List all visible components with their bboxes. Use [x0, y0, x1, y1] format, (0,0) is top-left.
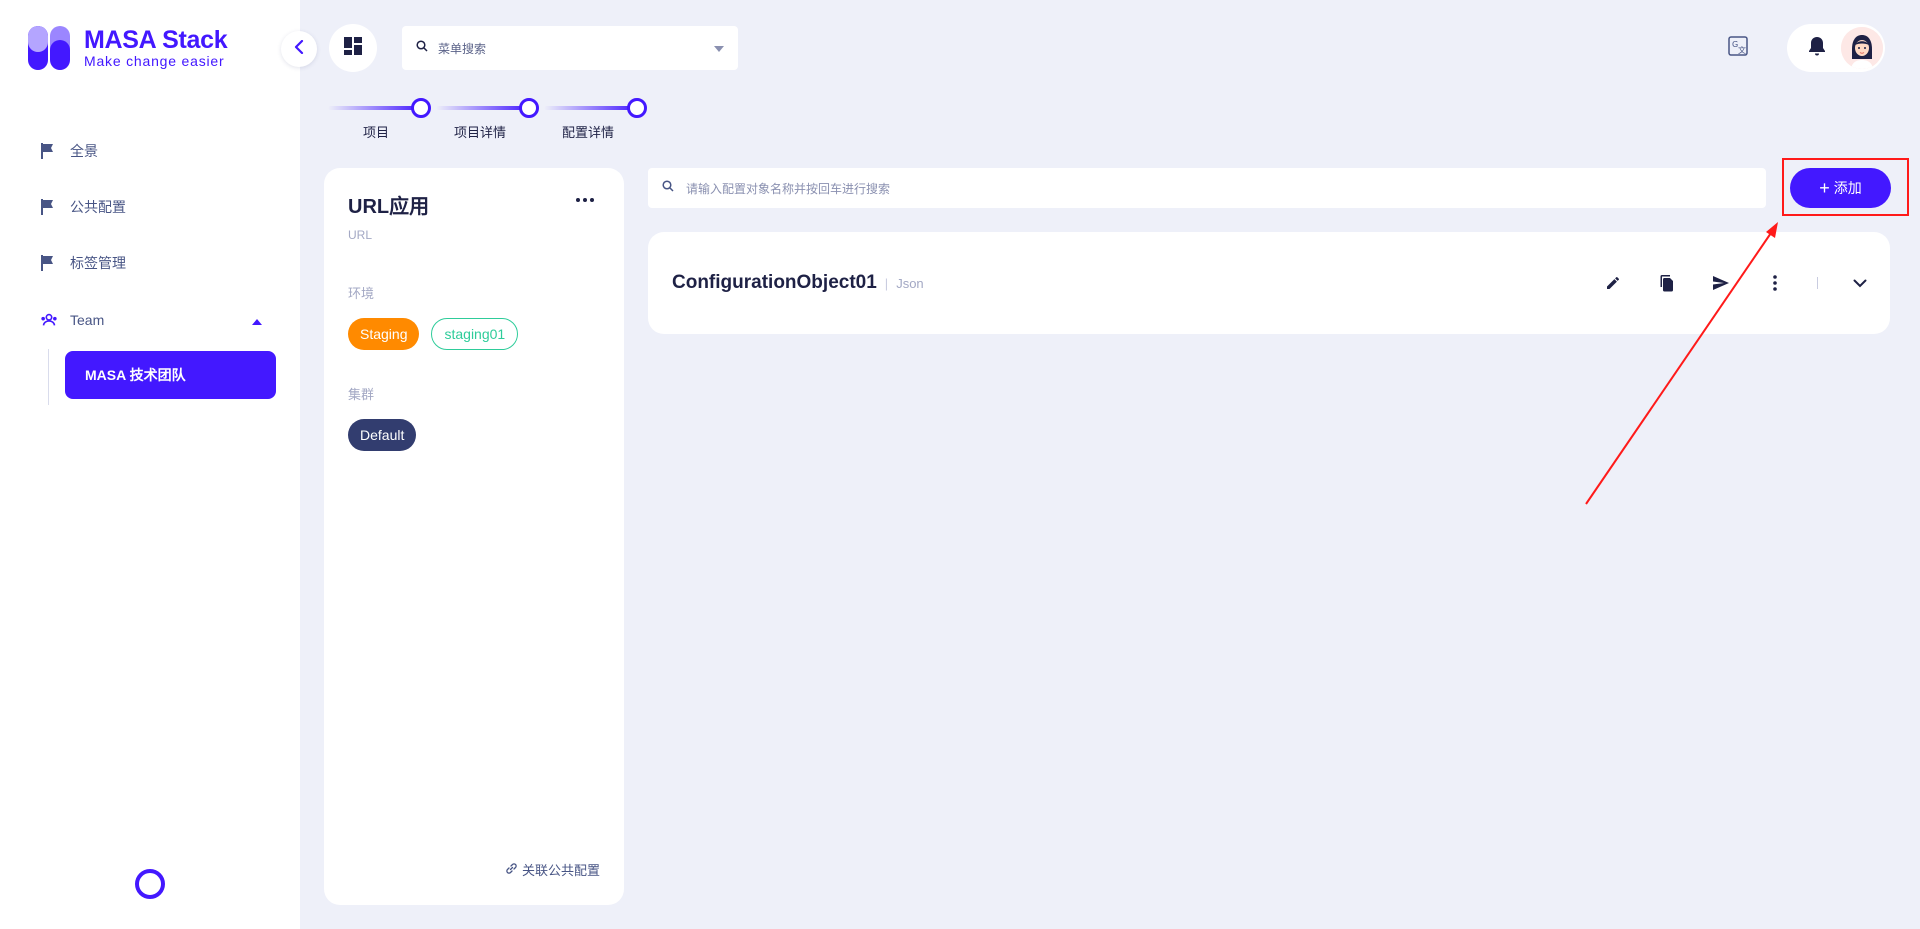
- divider: [1817, 277, 1818, 289]
- env-chip-group: Staging staging01: [348, 318, 519, 350]
- more-vert-icon[interactable]: [1763, 271, 1787, 295]
- config-search-placeholder: 请输入配置对象名称并按回车进行搜索: [686, 181, 891, 196]
- app-title: URL应用: [348, 196, 430, 218]
- flag-icon: [40, 254, 58, 272]
- breadcrumb-label: 项目: [363, 125, 390, 140]
- sidebar-item-label: 全景: [70, 143, 98, 159]
- brand-logo[interactable]: MASA Stack Make change easier: [28, 26, 228, 70]
- app-subtitle: URL: [348, 228, 373, 242]
- flag-icon: [40, 142, 58, 160]
- sidebar-item-public-config[interactable]: 公共配置: [0, 179, 300, 235]
- add-config-label: 添加: [1833, 180, 1862, 196]
- more-horiz-icon[interactable]: [576, 198, 594, 202]
- sidebar-subitem-masa-team[interactable]: MASA 技术团队: [65, 351, 276, 399]
- loading-spinner-icon: [135, 869, 165, 899]
- sidebar-item-team[interactable]: Team: [0, 291, 300, 349]
- cluster-chip-group: Default: [348, 419, 417, 451]
- app-info-card: URL应用 URL 环境 Staging staging01 集群 Defaul…: [324, 168, 624, 905]
- user-box: [1787, 24, 1885, 72]
- menu-search-placeholder: 菜单搜索: [438, 41, 487, 56]
- publish-icon[interactable]: [1709, 271, 1733, 295]
- brand-subtitle: Make change easier: [84, 53, 225, 69]
- collapse-sidebar-button[interactable]: [281, 31, 317, 67]
- link-icon: [505, 862, 518, 878]
- add-config-button[interactable]: + 添加: [1790, 168, 1891, 208]
- avatar[interactable]: [1841, 27, 1883, 69]
- team-submenu: MASA 技术团队: [0, 349, 300, 405]
- submenu-guide-line: [48, 349, 49, 405]
- dropdown-arrow-icon[interactable]: [714, 39, 724, 57]
- sidebar-nav: 全景 公共配置 标签管理 Team MASA 技术团队: [0, 123, 300, 405]
- notification-button[interactable]: [1803, 34, 1831, 62]
- cluster-chip-default[interactable]: Default: [348, 419, 417, 451]
- sidebar: MASA Stack Make change easier 全景 公共配置 标签…: [0, 0, 300, 929]
- sidebar-item-label: Team: [70, 312, 105, 328]
- edit-icon[interactable]: [1601, 271, 1625, 295]
- config-object-format: Json: [896, 275, 924, 291]
- env-chip-staging01[interactable]: staging01: [431, 318, 519, 350]
- caret-up-icon: [252, 312, 262, 328]
- config-object-name: ConfigurationObject01: [672, 272, 877, 293]
- breadcrumb-label: 配置详情: [562, 125, 615, 140]
- svg-text:文: 文: [1738, 45, 1746, 55]
- config-object-separator: |: [884, 275, 889, 291]
- dashboard-button[interactable]: [329, 24, 377, 72]
- link-public-config-button[interactable]: 关联公共配置: [505, 860, 600, 879]
- chevron-down-icon[interactable]: [1848, 271, 1872, 295]
- sidebar-item-label: 标签管理: [70, 255, 126, 271]
- copy-icon[interactable]: [1655, 271, 1679, 295]
- translate-icon: G 文: [1728, 35, 1748, 61]
- breadcrumb-label: 项目详情: [454, 125, 507, 140]
- language-button[interactable]: G 文: [1723, 30, 1753, 66]
- env-chip-staging[interactable]: Staging: [348, 318, 420, 350]
- menu-search-input[interactable]: 菜单搜索: [402, 26, 738, 70]
- search-icon: [416, 39, 428, 57]
- search-icon: [662, 179, 674, 197]
- sidebar-item-overview[interactable]: 全景: [0, 123, 300, 179]
- sidebar-item-tag-management[interactable]: 标签管理: [0, 235, 300, 291]
- chevron-left-icon: [294, 39, 304, 59]
- env-label: 环境: [348, 286, 375, 301]
- masa-logo-icon: [28, 26, 72, 70]
- flag-icon: [40, 198, 58, 216]
- team-icon: [40, 311, 58, 329]
- dashboard-icon: [344, 36, 362, 60]
- plus-icon: +: [1819, 178, 1830, 198]
- link-public-config-label: 关联公共配置: [521, 863, 600, 878]
- bell-icon: [1808, 36, 1826, 61]
- config-object-actions: [1571, 232, 1872, 334]
- config-search-input[interactable]: 请输入配置对象名称并按回车进行搜索: [648, 168, 1766, 208]
- config-object-card[interactable]: ConfigurationObject01 | Json: [648, 232, 1890, 334]
- cluster-label: 集群: [348, 387, 375, 402]
- brand-title: MASA Stack: [84, 26, 228, 54]
- sidebar-item-label: 公共配置: [70, 199, 126, 215]
